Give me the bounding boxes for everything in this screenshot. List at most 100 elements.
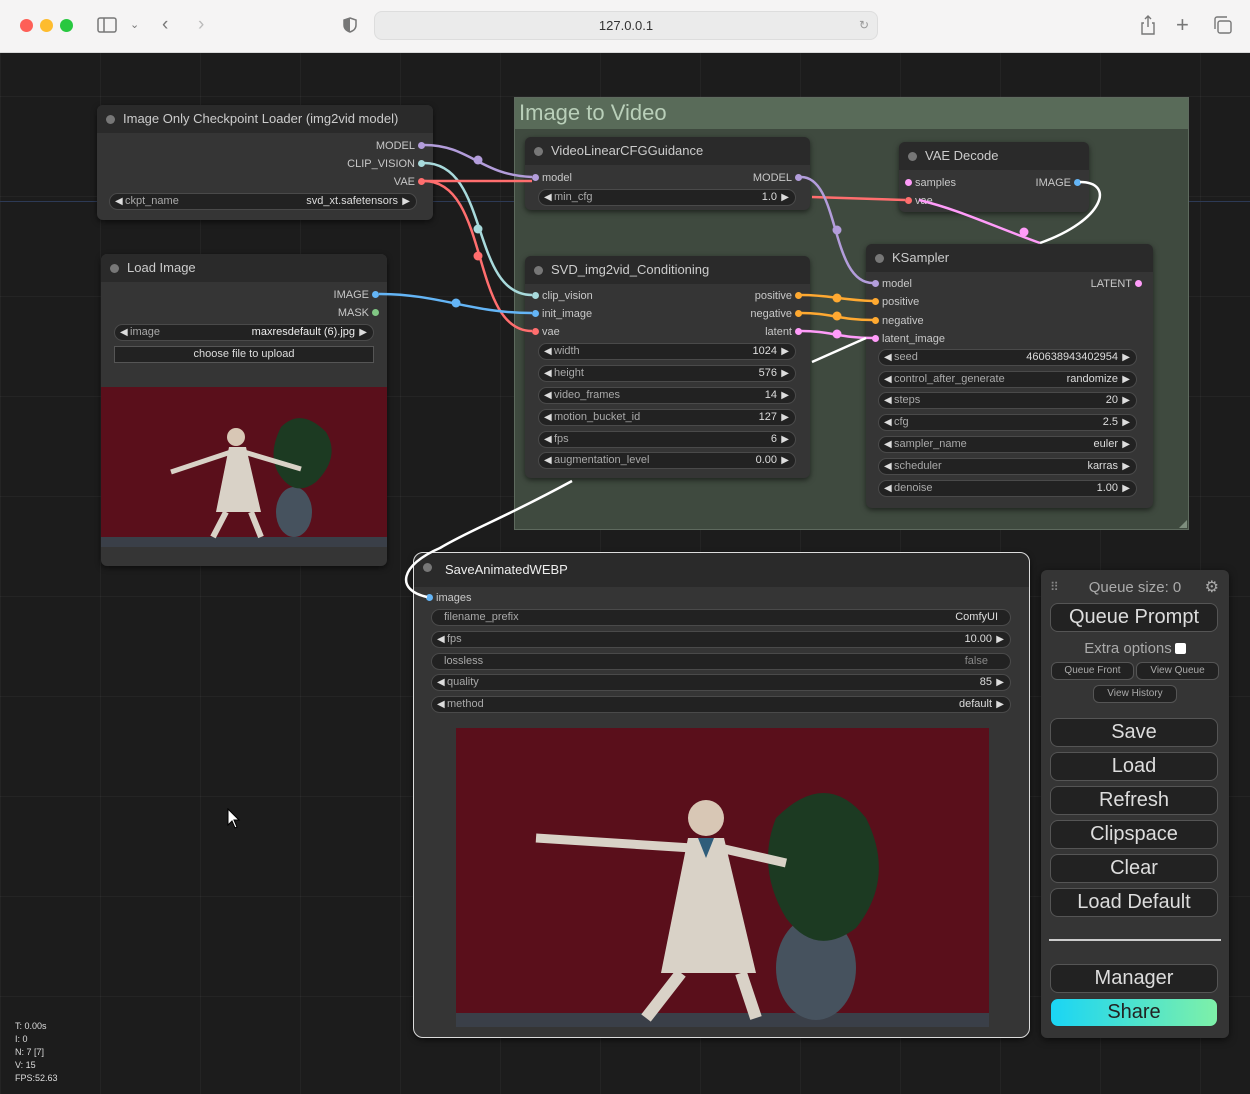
output-model[interactable]: MODEL (753, 171, 802, 185)
widget-image[interactable]: ◀ image maxresdefault (6).jpg ▶ (114, 324, 374, 341)
manager-button[interactable]: Manager (1050, 964, 1218, 993)
back-icon[interactable]: ‹ (162, 12, 168, 38)
upload-button[interactable]: choose file to upload (114, 346, 374, 363)
input-dot[interactable] (532, 174, 539, 181)
widget-method[interactable]: ◀ method default ▶ (431, 696, 1011, 713)
input-positive[interactable]: positive (872, 295, 919, 309)
widget-lossless-toggle[interactable]: lossless false (431, 653, 1011, 670)
output-latent[interactable]: latent (765, 325, 802, 339)
input-vae[interactable]: vae (532, 325, 560, 339)
reload-icon[interactable]: ↻ (859, 12, 869, 39)
group-resize-handle[interactable] (1179, 520, 1187, 528)
widget-fps[interactable]: ◀ fps 6 ▶ (538, 431, 796, 448)
widget-augmentation-level[interactable]: ◀ augmentation_level 0.00 ▶ (538, 452, 796, 469)
input-dot[interactable] (905, 197, 912, 204)
output-positive[interactable]: positive (755, 289, 802, 303)
widget-ckpt-name[interactable]: ◀ ckpt_name svd_xt.safetensors ▶ (109, 193, 417, 210)
output-dot[interactable] (372, 291, 379, 298)
clear-button[interactable]: Clear (1050, 854, 1218, 883)
output-dot[interactable] (1074, 179, 1081, 186)
input-dot[interactable] (872, 280, 879, 287)
output-dot[interactable] (418, 160, 425, 167)
queue-prompt-button[interactable]: Queue Prompt (1050, 603, 1218, 632)
input-dot[interactable] (872, 335, 879, 342)
input-latent-image[interactable]: latent_image (872, 332, 945, 346)
share-icon[interactable] (1140, 12, 1156, 46)
widget-video-frames[interactable]: ◀ video_frames 14 ▶ (538, 387, 796, 404)
widget-min-cfg[interactable]: ◀ min_cfg 1.0 ▶ (538, 189, 796, 206)
output-vae[interactable]: VAE (394, 175, 425, 189)
widget-sampler-name[interactable]: ◀ sampler_name euler ▶ (878, 436, 1137, 453)
output-dot[interactable] (795, 328, 802, 335)
output-dot[interactable] (795, 292, 802, 299)
widget-control-after-generate[interactable]: ◀ control_after_generate randomize ▶ (878, 371, 1137, 388)
node-load-image[interactable]: Load Image IMAGE MASK ◀ image maxresdefaul… (101, 254, 387, 566)
load-button[interactable]: Load (1050, 752, 1218, 781)
input-vae[interactable]: vae (905, 194, 933, 208)
widget-scheduler[interactable]: ◀ scheduler karras ▶ (878, 458, 1137, 475)
output-dot[interactable] (372, 309, 379, 316)
view-queue-button[interactable]: View Queue (1136, 662, 1219, 680)
output-image[interactable]: IMAGE (1036, 176, 1081, 190)
input-model[interactable]: model (872, 277, 912, 291)
node-video-linear-cfg-guidance[interactable]: VideoLinearCFGGuidance model MODEL ◀ min_… (525, 137, 810, 210)
output-image[interactable]: IMAGE (334, 288, 379, 302)
widget-width[interactable]: ◀ width 1024 ▶ (538, 343, 796, 360)
close-window-button[interactable] (20, 19, 33, 32)
input-dot[interactable] (872, 317, 879, 324)
load-default-button[interactable]: Load Default (1050, 888, 1218, 917)
extra-options-checkbox[interactable] (1174, 643, 1186, 654)
widget-height[interactable]: ◀ height 576 ▶ (538, 365, 796, 382)
input-dot[interactable] (532, 292, 539, 299)
node-checkpoint-loader[interactable]: Image Only Checkpoint Loader (img2vid mo… (97, 105, 433, 220)
output-mask[interactable]: MASK (338, 306, 379, 320)
widget-cfg[interactable]: ◀ cfg 2.5 ▶ (878, 414, 1137, 431)
gear-icon[interactable]: ⚙ (1205, 577, 1219, 597)
node-save-animated-webp[interactable]: SaveAnimatedWEBP images filename_prefix C… (413, 552, 1030, 1038)
output-dot[interactable] (795, 310, 802, 317)
input-dot[interactable] (532, 310, 539, 317)
clipspace-button[interactable]: Clipspace (1050, 820, 1218, 849)
view-history-button[interactable]: View History (1093, 685, 1177, 703)
input-model[interactable]: model (532, 171, 572, 185)
tab-overview-icon[interactable] (1213, 12, 1233, 46)
widget-steps[interactable]: ◀ steps 20 ▶ (878, 392, 1137, 409)
input-images[interactable]: images (426, 591, 471, 605)
widget-fps[interactable]: ◀ fps 10.00 ▶ (431, 631, 1011, 648)
widget-quality[interactable]: ◀ quality 85 ▶ (431, 674, 1011, 691)
widget-denoise[interactable]: ◀ denoise 1.00 ▶ (878, 480, 1137, 497)
forward-icon[interactable]: › (198, 12, 204, 38)
output-model[interactable]: MODEL (376, 139, 425, 153)
share-button[interactable]: Share (1050, 998, 1218, 1027)
input-dot[interactable] (426, 594, 433, 601)
input-dot[interactable] (872, 298, 879, 305)
node-svd-img2vid-conditioning[interactable]: SVD_img2vid_Conditioning clip_vision ini… (525, 256, 810, 478)
output-dot[interactable] (795, 174, 802, 181)
address-bar[interactable]: 127.0.0.1 ↻ (374, 11, 878, 40)
shield-icon[interactable] (342, 12, 358, 46)
new-tab-icon[interactable]: + (1176, 12, 1189, 38)
widget-filename-prefix[interactable]: filename_prefix ComfyUI (431, 609, 1011, 626)
output-clip-vision[interactable]: CLIP_VISION (347, 157, 425, 171)
queue-front-button[interactable]: Queue Front (1051, 662, 1134, 680)
node-ksampler[interactable]: KSampler model positive negative latent_… (866, 244, 1153, 508)
input-clip-vision[interactable]: clip_vision (532, 289, 593, 303)
output-negative[interactable]: negative (750, 307, 802, 321)
node-vae-decode[interactable]: VAE Decode samples vae IMAGE (899, 142, 1089, 212)
chevron-down-icon[interactable]: ⌄ (130, 12, 139, 38)
output-latent[interactable]: LATENT (1091, 277, 1142, 291)
refresh-button[interactable]: Refresh (1050, 786, 1218, 815)
widget-seed[interactable]: ◀ seed 460638943402954 ▶ (878, 349, 1137, 366)
input-init-image[interactable]: init_image (532, 307, 592, 321)
widget-motion-bucket-id[interactable]: ◀ motion_bucket_id 127 ▶ (538, 409, 796, 426)
zoom-window-button[interactable] (60, 19, 73, 32)
input-samples[interactable]: samples (905, 176, 956, 190)
output-dot[interactable] (418, 178, 425, 185)
input-dot[interactable] (905, 179, 912, 186)
input-dot[interactable] (532, 328, 539, 335)
minimize-window-button[interactable] (40, 19, 53, 32)
output-dot[interactable] (1135, 280, 1142, 287)
sidebar-toggle-icon[interactable] (97, 12, 117, 46)
save-button[interactable]: Save (1050, 718, 1218, 747)
output-dot[interactable] (418, 142, 425, 149)
